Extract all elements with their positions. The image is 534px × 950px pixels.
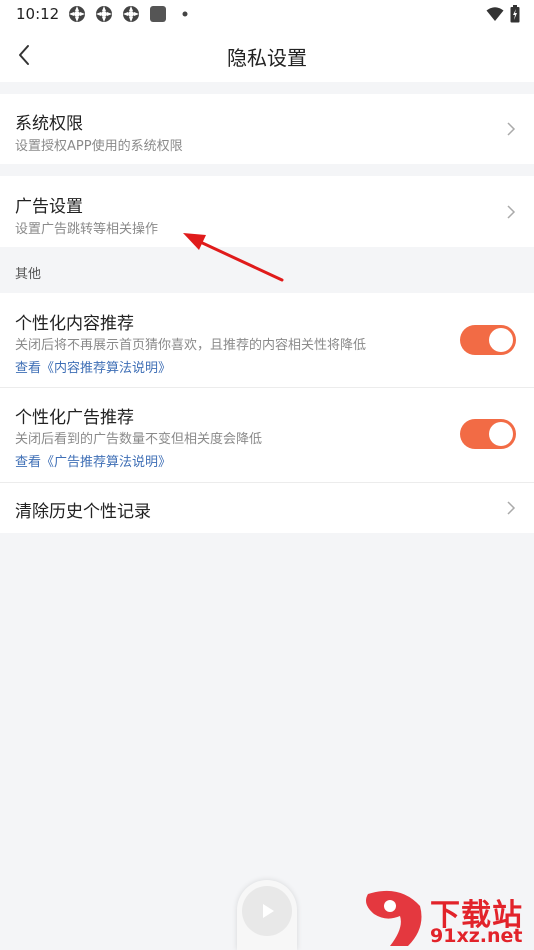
app-notification-icon <box>123 6 139 22</box>
nav-bar: 隐私设置 <box>0 28 534 82</box>
toggle-knob <box>489 328 513 352</box>
personalized-content-toggle[interactable] <box>460 325 516 355</box>
personalized-ads-toggle[interactable] <box>460 419 516 449</box>
personalized-ads-item: 个性化广告推荐 关闭后看到的广告数量不变但相关度会降低 查看《广告推荐算法说明》 <box>0 388 534 482</box>
clear-history-title: 清除历史个性记录 <box>15 502 151 522</box>
floating-play-button[interactable] <box>237 880 297 950</box>
system-permission-item[interactable]: 系统权限 设置授权APP使用的系统权限 <box>0 94 534 164</box>
personalized-ads-title: 个性化广告推荐 <box>15 408 134 428</box>
app-notification-icon <box>96 6 112 22</box>
app-notification-icon <box>69 6 85 22</box>
ad-settings-subtitle: 设置广告跳转等相关操作 <box>15 222 159 237</box>
play-icon <box>263 904 274 918</box>
ads-algorithm-link[interactable]: 查看《广告推荐算法说明》 <box>15 451 171 470</box>
wifi-icon <box>486 7 504 21</box>
clear-history-item[interactable]: 清除历史个性记录 <box>0 483 534 533</box>
personalized-content-subtitle: 关闭后将不再展示首页猜你喜欢，且推荐的内容相关性将降低 <box>15 338 367 353</box>
system-permission-subtitle: 设置授权APP使用的系统权限 <box>15 139 183 154</box>
system-status-icons <box>486 5 520 23</box>
toggle-knob <box>489 422 513 446</box>
status-time: 10:12 <box>16 5 60 23</box>
ad-settings-title: 广告设置 <box>15 197 83 217</box>
status-bar: 10:12 <box>0 0 534 28</box>
square-app-icon <box>150 6 166 22</box>
system-permission-title: 系统权限 <box>15 114 83 134</box>
section-label-other: 其他 <box>15 267 42 282</box>
chevron-right-icon <box>507 501 516 515</box>
personalized-content-title: 个性化内容推荐 <box>15 314 134 334</box>
watermark-url: 91xz.net <box>430 925 523 947</box>
chevron-right-icon <box>507 205 516 219</box>
battery-icon <box>510 5 520 23</box>
content-algorithm-link[interactable]: 查看《内容推荐算法说明》 <box>15 357 171 376</box>
notification-icons <box>68 5 194 23</box>
personalized-content-item: 个性化内容推荐 关闭后将不再展示首页猜你喜欢，且推荐的内容相关性将降低 查看《内… <box>0 293 534 387</box>
page-title: 隐私设置 <box>227 46 307 70</box>
ad-settings-item[interactable]: 广告设置 设置广告跳转等相关操作 <box>0 176 534 247</box>
chevron-right-icon <box>507 122 516 136</box>
personalized-ads-subtitle: 关闭后看到的广告数量不变但相关度会降低 <box>15 432 263 447</box>
dot-icon <box>182 11 188 17</box>
